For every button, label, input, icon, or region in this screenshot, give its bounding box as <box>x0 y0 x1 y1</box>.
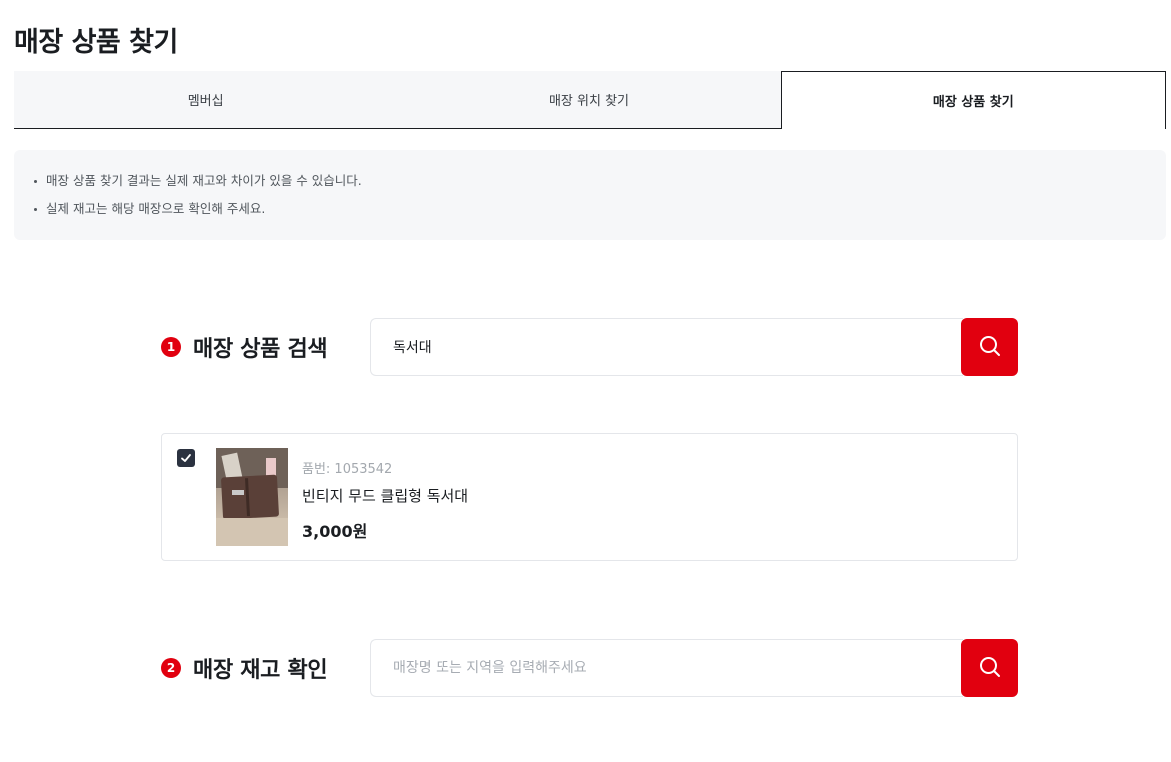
stock-search-input[interactable] <box>370 639 963 697</box>
page-title: 매장 상품 찾기 <box>14 27 178 58</box>
product-info: 품번: 1053542 빈티지 무드 클립형 독서대 3,000원 <box>302 458 468 542</box>
step-badge-2: 2 <box>161 658 181 678</box>
notice-box: 매장 상품 찾기 결과는 실제 재고와 차이가 있을 수 있습니다. 실제 재고… <box>14 150 1166 240</box>
search-icon <box>978 334 1002 361</box>
product-name: 빈티지 무드 클립형 독서대 <box>302 487 469 505</box>
product-search-box <box>370 318 1018 376</box>
notice-item: 실제 재고는 해당 매장으로 확인해 주세요. <box>34 200 1146 228</box>
tab-store-product[interactable]: 매장 상품 찾기 <box>780 71 1166 129</box>
stock-check-section: 2 매장 재고 확인 <box>161 639 1018 697</box>
check-icon <box>180 449 192 468</box>
notice-item: 매장 상품 찾기 결과는 실제 재고와 차이가 있을 수 있습니다. <box>34 172 1146 200</box>
product-search-input[interactable] <box>370 318 963 376</box>
product-search-section: 1 매장 상품 검색 <box>161 318 1018 376</box>
stock-search-button[interactable] <box>961 639 1018 697</box>
tab-membership[interactable]: 멤버십 <box>14 71 398 129</box>
product-search-title: 매장 상품 검색 <box>193 337 328 362</box>
tab-bar: 멤버십 매장 위치 찾기 매장 상품 찾기 <box>14 71 1166 129</box>
stock-search-box <box>370 639 1018 697</box>
step-badge-1: 1 <box>161 337 181 357</box>
product-code: 품번: 1053542 <box>302 462 393 477</box>
product-price: 3,000원 <box>302 522 368 541</box>
product-image <box>216 448 288 546</box>
product-search-button[interactable] <box>961 318 1018 376</box>
product-checkbox[interactable] <box>177 449 195 467</box>
tab-store-location[interactable]: 매장 위치 찾기 <box>397 71 781 129</box>
product-card[interactable]: 품번: 1053542 빈티지 무드 클립형 독서대 3,000원 <box>161 433 1018 561</box>
stock-check-title: 매장 재고 확인 <box>193 658 328 683</box>
search-icon <box>978 655 1002 682</box>
